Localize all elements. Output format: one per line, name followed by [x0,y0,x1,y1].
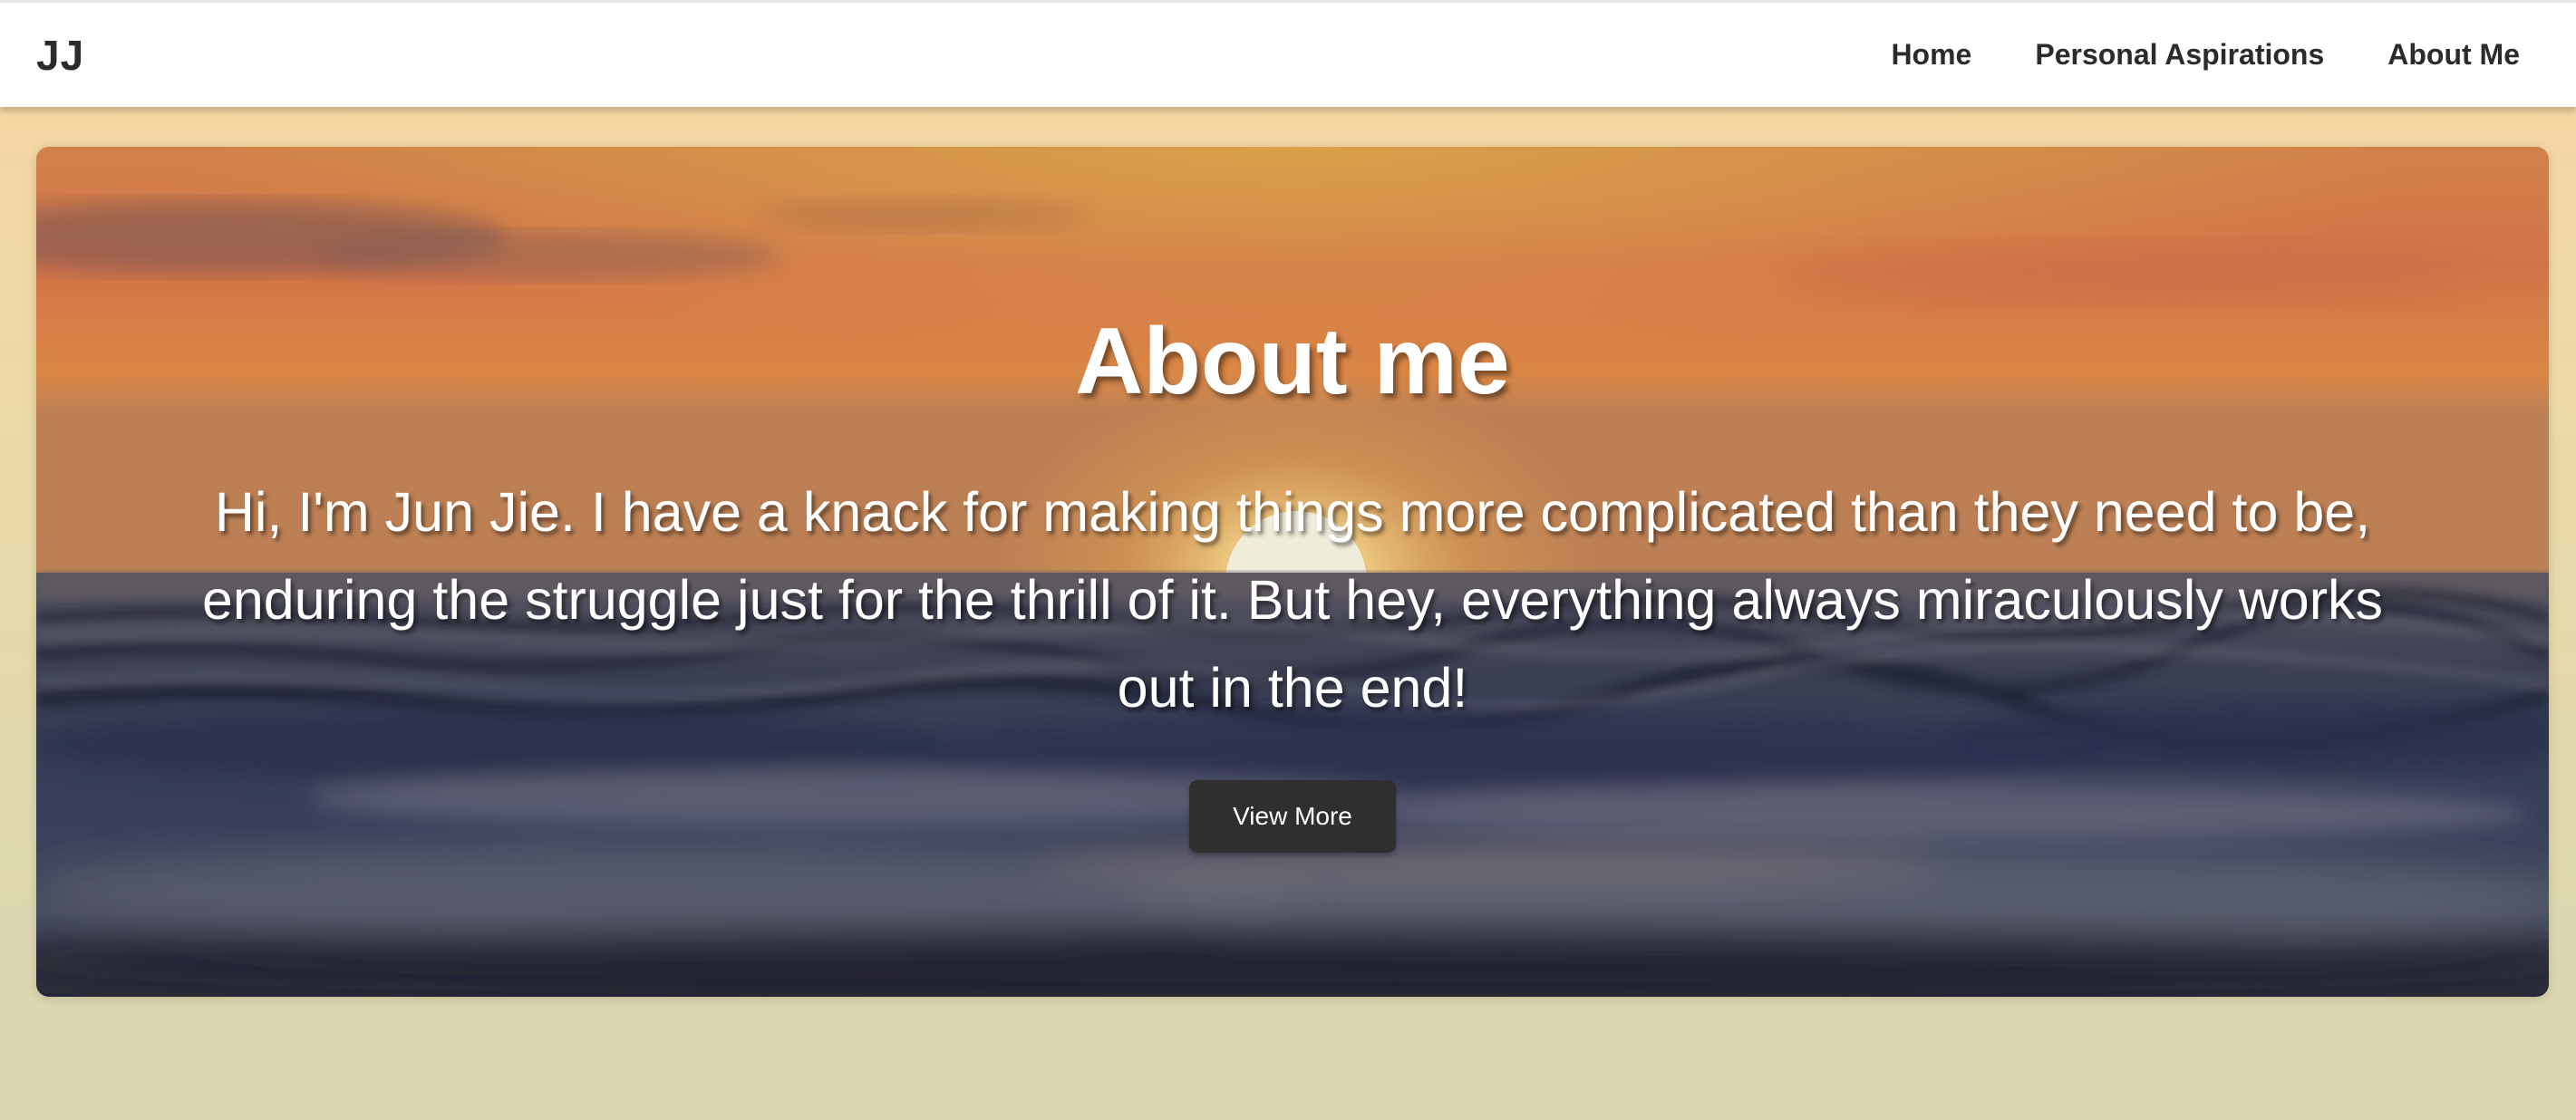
nav-link-about-me[interactable]: About Me [2387,38,2520,72]
nav-link-personal-aspirations[interactable]: Personal Aspirations [2035,38,2324,72]
navbar: JJ Home Personal Aspirations About Me [0,0,2576,107]
hero-title: About me [1075,309,1510,414]
hero-description: Hi, I'm Jun Jie. I have a knack for maki… [201,481,2384,719]
view-more-button[interactable]: View More [1189,780,1396,853]
hero-content: About me Hi, I'm Jun Jie. I have a knack… [36,147,2549,997]
hero-banner: About me Hi, I'm Jun Jie. I have a knack… [36,147,2549,997]
site-logo[interactable]: JJ [36,31,84,80]
nav-links: Home Personal Aspirations About Me [1827,38,2520,72]
nav-link-home[interactable]: Home [1891,38,1971,72]
